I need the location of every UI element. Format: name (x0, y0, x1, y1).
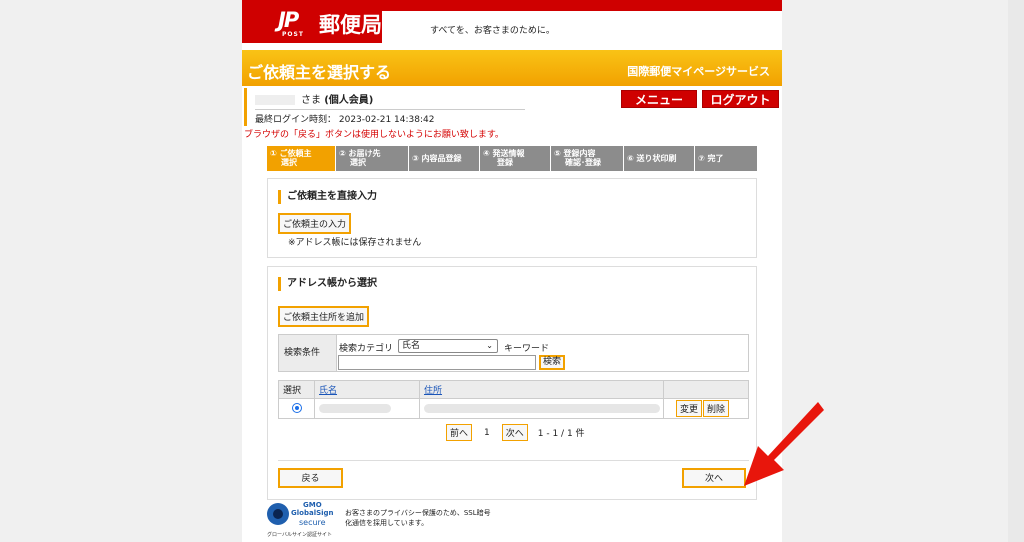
col-address[interactable]: 住所 (419, 380, 664, 399)
address-book-heading: アドレス帳から選択 (278, 277, 377, 291)
step-1: ① ご依頼主 選択 (267, 146, 335, 171)
last-login: 最終ログイン時刻： 2023-02-21 14:38:42 (255, 115, 435, 125)
step-label: ⑦ 完了 (698, 154, 724, 163)
user-name-row: さま (個人会員) (255, 91, 525, 110)
jp-post-logo[interactable]: JP POST 郵便局 (242, 0, 382, 43)
redacted-name (319, 403, 391, 413)
search-category-label: 検索カテゴリ (339, 344, 394, 354)
not-saved-note: ※アドレス帳には保存されません (288, 238, 422, 248)
gs-caption: グローバルサイン認証サイト (267, 532, 332, 538)
chevron-down-icon: ⌄ (486, 341, 493, 350)
edit-button[interactable]: 変更 (676, 400, 703, 417)
search-conditions-label: 検索条件 (279, 335, 337, 371)
step-6: ⑥ 送り状印刷 (624, 146, 694, 171)
service-name: 国際郵便マイページサービス (627, 65, 770, 78)
col-name[interactable]: 氏名 (314, 380, 420, 399)
tagline: すべてを、お客さまのために。 (430, 26, 555, 36)
search-category-value: 氏名 (402, 341, 421, 351)
gs-name: GlobalSign (291, 509, 334, 517)
name-cell (314, 398, 420, 419)
step-label: 選択 (350, 158, 366, 167)
pager: 前へ 1 次へ 1 - 1 / 1 件 (442, 424, 585, 441)
search-button[interactable]: 検索 (539, 355, 566, 370)
post-label: POST (282, 31, 304, 38)
direct-input-section: ご依頼主を直接入力 ご依頼主の入力 ※アドレス帳には保存されません (267, 178, 757, 258)
step-label: ⑤ 登録内容 (554, 149, 596, 158)
step-label: 確認･登録 (565, 158, 601, 167)
member-type: (個人会員) (324, 95, 374, 106)
back-button-warning: ブラウザの「戻る」ボタンは使用しないようにお願い致します。 (244, 130, 504, 140)
col-actions (663, 380, 749, 399)
step-label: 登録 (497, 158, 513, 167)
step-bar: ① ご依頼主 選択 ② お届け先 選択 ③ 内容品登録 ④ 発送情報 登録 ⑤ … (267, 146, 757, 171)
step-label: ③ 内容品登録 (412, 154, 462, 163)
table-header-row: 選択 氏名 住所 (278, 380, 749, 399)
step-5: ⑤ 登録内容 確認･登録 (551, 146, 623, 171)
page-number: 1 (484, 427, 490, 438)
step-label: ② お届け先 (339, 149, 381, 158)
sort-by-name-link[interactable]: 氏名 (319, 386, 337, 396)
left-gutter (0, 0, 242, 542)
gs-gmo: GMO (303, 501, 322, 509)
next-button[interactable]: 次へ (682, 468, 746, 488)
add-sender-address-button[interactable]: ご依頼主住所を追加 (278, 306, 370, 327)
prev-page-button[interactable]: 前へ (446, 424, 473, 441)
actions-cell: 変更 削除 (663, 398, 749, 419)
globalsign-seal[interactable]: GMO GlobalSign secure グローバルサイン認証サイト (267, 501, 343, 541)
address-table: 選択 氏名 住所 変更 削除 (278, 380, 749, 419)
search-category-select[interactable]: 氏名 ⌄ (398, 339, 498, 353)
enter-sender-button[interactable]: ご依頼主の入力 (278, 213, 352, 234)
select-cell (278, 398, 315, 419)
page-title: ご依頼主を選択する (247, 63, 392, 82)
col-select: 選択 (278, 380, 315, 399)
select-radio[interactable] (292, 403, 302, 414)
result-count: 1 - 1 / 1 件 (537, 429, 585, 439)
user-info: さま (個人会員) 最終ログイン時刻： 2023-02-21 14:38:42 (244, 88, 525, 126)
redacted-address (424, 403, 660, 413)
user-name-redacted (255, 95, 295, 105)
search-conditions: 検索条件 検索カテゴリ 氏名 ⌄ キーワード 検索 (278, 334, 749, 372)
address-book-section: アドレス帳から選択 ご依頼主住所を追加 検索条件 検索カテゴリ 氏名 ⌄ キーワ… (267, 266, 757, 500)
sort-by-address-link[interactable]: 住所 (424, 386, 442, 396)
back-button[interactable]: 戻る (278, 468, 343, 488)
step-label: 選択 (281, 158, 297, 167)
step-4: ④ 発送情報 登録 (480, 146, 550, 171)
jp-logo-mark: JP (278, 8, 299, 32)
keyword-input[interactable] (338, 355, 536, 370)
logo-text: 郵便局 (319, 13, 382, 37)
red-arrow-annotation (744, 402, 824, 486)
delete-button[interactable]: 削除 (703, 400, 730, 417)
name-suffix: さま (301, 95, 321, 106)
main-frame: JP POST 郵便局 すべてを、お客さまのために。 ご依頼主を選択する 国際郵… (242, 0, 782, 542)
step-label: ⑥ 送り状印刷 (627, 154, 677, 163)
step-label: ① ご依頼主 (270, 149, 312, 158)
next-page-button[interactable]: 次へ (501, 424, 528, 441)
globalsign-eye-icon (267, 503, 289, 525)
step-2: ② お届け先 選択 (336, 146, 408, 171)
title-bar: ご依頼主を選択する 国際郵便マイページサービス (242, 50, 782, 86)
step-label: ④ 発送情報 (483, 149, 525, 158)
direct-input-heading: ご依頼主を直接入力 (278, 190, 377, 204)
address-cell (419, 398, 664, 419)
gs-secure: secure (299, 518, 326, 527)
logout-button[interactable]: ログアウト (702, 90, 779, 108)
step-7: ⑦ 完了 (695, 146, 757, 171)
table-row: 変更 削除 (278, 398, 749, 419)
page: JP POST 郵便局 すべてを、お客さまのために。 ご依頼主を選択する 国際郵… (0, 0, 1024, 542)
step-3: ③ 内容品登録 (409, 146, 479, 171)
divider (278, 460, 749, 461)
keyword-label: キーワード (504, 344, 550, 354)
menu-button[interactable]: メニュー (621, 90, 697, 108)
ssl-notice: お客さまのプライバシー保護のため、SSL暗号化通信を採用しています。 (345, 509, 491, 527)
scrollbar[interactable] (1008, 0, 1024, 542)
